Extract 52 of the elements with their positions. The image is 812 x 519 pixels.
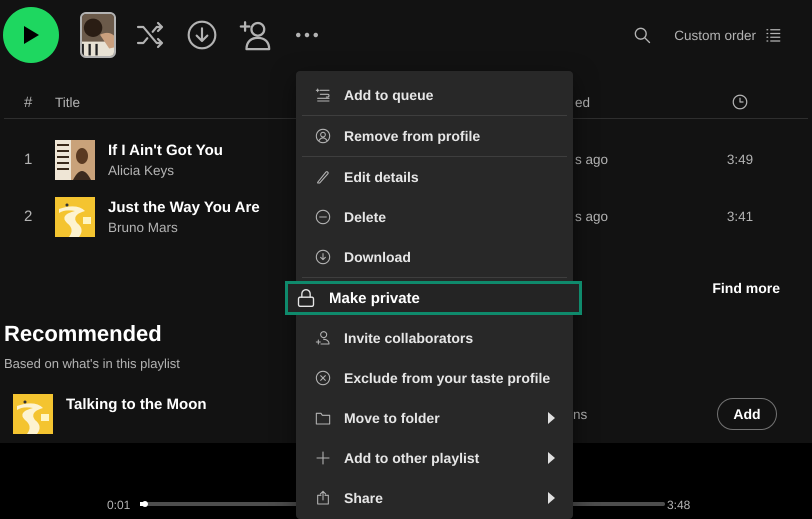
lock-icon <box>296 288 316 308</box>
add-user-icon[interactable] <box>238 18 272 52</box>
track-number: 2 <box>24 208 32 225</box>
clock-icon <box>731 93 749 111</box>
track-title[interactable]: Just the Way You Are <box>108 198 260 216</box>
queue-icon <box>315 87 331 103</box>
menu-item[interactable]: Move to folder <box>300 398 569 438</box>
search-icon[interactable] <box>632 25 652 45</box>
download-icon[interactable] <box>186 19 218 51</box>
section-subheading: Based on what's in this playlist <box>4 356 180 371</box>
track-title[interactable]: If I Ain't Got You <box>108 142 223 158</box>
column-header[interactable]: Title <box>55 94 80 110</box>
elapsed-time: 0:01 <box>107 498 130 512</box>
share-icon <box>315 490 331 506</box>
menu-item[interactable]: Add to queue <box>300 75 569 115</box>
profile-icon <box>315 128 331 144</box>
artist-name[interactable]: Bruno Mars <box>108 220 178 234</box>
menu-item[interactable]: Share <box>300 478 569 518</box>
close-circle-icon <box>315 370 331 386</box>
menu-item[interactable]: Remove from profile <box>300 116 569 156</box>
date-added: s ago <box>575 209 608 224</box>
plus-icon <box>315 450 331 466</box>
minus-icon <box>315 209 331 225</box>
menu-item[interactable]: Make private <box>285 281 582 315</box>
column-header[interactable]: ed <box>575 94 590 110</box>
cover-thumbnail[interactable] <box>80 12 116 58</box>
menu-item[interactable]: Add to other playlist <box>300 438 569 478</box>
list-icon <box>764 26 782 44</box>
menu-item[interactable]: Download <box>300 237 569 277</box>
date-added: s ago <box>575 152 608 167</box>
play-icon <box>22 25 40 45</box>
find-more-link[interactable]: Find more <box>712 268 780 308</box>
track-title[interactable]: Talking to the Moon <box>66 396 207 412</box>
total-time: 3:48 <box>667 498 690 512</box>
menu-item[interactable]: Invite collaborators <box>300 318 569 358</box>
pencil-icon <box>315 169 331 185</box>
section-heading: Recommended <box>4 321 162 346</box>
menu-item[interactable]: Delete <box>300 197 569 237</box>
folder-icon <box>315 410 331 426</box>
track-duration: 3:49 <box>726 152 754 167</box>
menu-item[interactable]: Edit details <box>300 157 569 197</box>
sort-button[interactable]: Custom order <box>674 26 782 44</box>
artist-name[interactable]: Alicia Keys <box>108 162 174 178</box>
add-button[interactable]: Add <box>717 398 777 430</box>
download-icon <box>315 249 331 265</box>
shuffle-icon[interactable] <box>134 19 166 51</box>
album-name: ns <box>573 406 588 422</box>
track-duration: 3:41 <box>726 209 754 224</box>
column-header: # <box>23 94 34 110</box>
track-number: 1 <box>24 151 32 168</box>
add-user-icon <box>315 330 331 346</box>
menu-item[interactable]: Exclude from your taste profile <box>300 358 569 398</box>
